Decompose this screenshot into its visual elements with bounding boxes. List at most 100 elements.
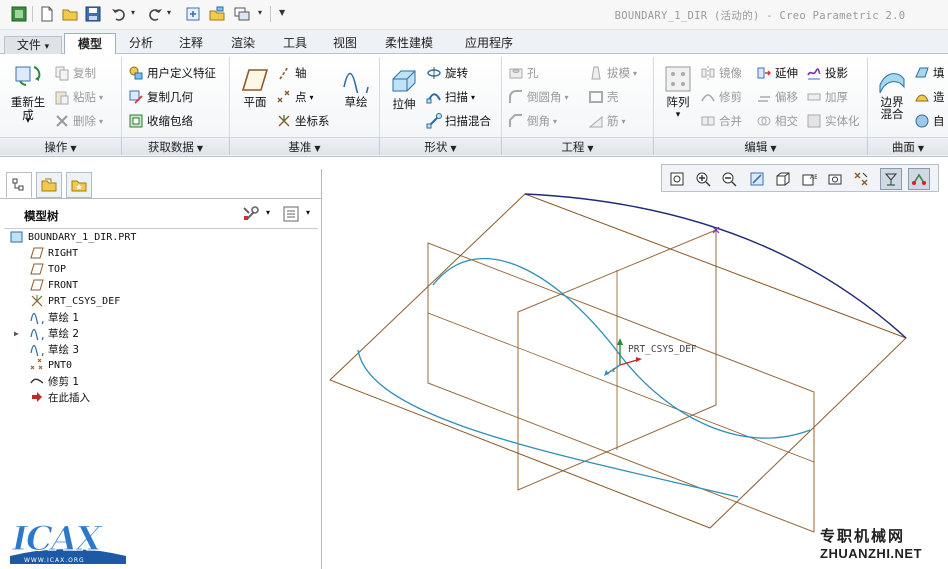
zoom-out-button[interactable] bbox=[718, 168, 740, 190]
user-defined-feature-button[interactable]: 用户定义特征 bbox=[128, 63, 216, 83]
rib-button[interactable]: 筋 ▾ bbox=[588, 111, 626, 131]
tree-settings-icon[interactable] bbox=[242, 206, 260, 225]
tree-item-front[interactable]: FRONT bbox=[30, 277, 78, 293]
zoom-in-button[interactable] bbox=[692, 168, 714, 190]
style-button[interactable]: 造 bbox=[914, 87, 945, 107]
undo-dropdown-icon[interactable]: ▾ bbox=[131, 8, 135, 17]
view-manager-button[interactable] bbox=[824, 168, 846, 190]
save-icon[interactable] bbox=[84, 5, 102, 23]
tab-model[interactable]: 模型 bbox=[64, 33, 116, 55]
trim-button[interactable]: 修剪 bbox=[700, 87, 742, 107]
undo-icon[interactable] bbox=[110, 5, 128, 23]
tree-show-icon[interactable] bbox=[282, 205, 300, 226]
mirror-button[interactable]: 镜像 bbox=[700, 63, 742, 83]
group-label-datum[interactable]: 基准 ▼ bbox=[230, 137, 380, 155]
tree-item-csys[interactable]: PRT_CSYS_DEF bbox=[30, 293, 120, 309]
sketch-curve-lower[interactable] bbox=[357, 349, 739, 498]
chamfer-button[interactable]: 倒角 ▾ bbox=[508, 111, 557, 131]
tree-item-top[interactable]: TOP bbox=[30, 261, 66, 277]
tree-item-sketch-1[interactable]: 草绘 1 bbox=[30, 309, 79, 325]
tab-analysis[interactable]: 分析 bbox=[118, 35, 164, 54]
group-label-shapes[interactable]: 形状 ▼ bbox=[380, 137, 502, 155]
tree-show-dropdown-icon[interactable]: ▾ bbox=[306, 208, 310, 217]
revolve-button[interactable]: 旋转 bbox=[426, 63, 468, 83]
freestyle-button[interactable]: 自 bbox=[914, 111, 945, 131]
tree-item-trim-1[interactable]: 修剪 1 bbox=[30, 373, 79, 389]
copy-button[interactable]: 复制 bbox=[54, 63, 96, 83]
customize-toolbar-icon[interactable]: ▼ bbox=[279, 8, 285, 17]
tree-item-pnt0[interactable]: PNT0 bbox=[30, 357, 72, 373]
tree-item-part[interactable]: BOUNDARY_1_DIR.PRT bbox=[10, 229, 136, 245]
tab-favorites[interactable] bbox=[66, 172, 92, 198]
refit-button[interactable] bbox=[666, 168, 688, 190]
tab-applications[interactable]: 应用程序 bbox=[450, 35, 528, 54]
datum-axis-button[interactable]: 轴 bbox=[276, 63, 307, 83]
swept-blend-button[interactable]: 扫描混合 bbox=[426, 111, 491, 131]
extrude-button[interactable]: 拉伸 bbox=[384, 67, 424, 111]
hole-button[interactable]: 孔 bbox=[508, 63, 539, 83]
group-engineering: 孔 倒圆角 ▾ 倒角 ▾ 拔模 ▾ 壳 筋 ▾ bbox=[502, 57, 654, 137]
annotation-display-toggle[interactable] bbox=[908, 168, 930, 190]
shell-button[interactable]: 壳 bbox=[588, 87, 619, 107]
switch-windows-icon[interactable] bbox=[233, 5, 251, 23]
sweep-button[interactable]: 扫描 ▾ bbox=[426, 87, 475, 107]
boundary-blend-button[interactable]: 边界混合 bbox=[872, 65, 912, 120]
paste-button[interactable]: 粘贴 ▾ bbox=[54, 87, 103, 107]
tab-model-tree[interactable] bbox=[6, 172, 32, 198]
sketch-curve-s[interactable] bbox=[432, 257, 811, 439]
display-style-button[interactable] bbox=[772, 168, 794, 190]
windows-dropdown-icon[interactable]: ▾ bbox=[258, 8, 262, 17]
open-folder-icon[interactable] bbox=[61, 5, 79, 23]
graphics-window[interactable]: z bbox=[323, 192, 948, 569]
tree-item-right[interactable]: RIGHT bbox=[30, 245, 78, 261]
pattern-button[interactable]: 阵列 ▾ bbox=[658, 65, 698, 122]
datum-point-button[interactable]: 点 ▾ bbox=[276, 87, 314, 107]
solidify-button[interactable]: 实体化 bbox=[806, 111, 860, 131]
tree-settings-dropdown-icon[interactable]: ▾ bbox=[266, 208, 270, 217]
delete-button[interactable]: 删除 ▾ bbox=[54, 111, 103, 131]
redo-dropdown-icon[interactable]: ▾ bbox=[167, 8, 171, 17]
regenerate-dropdown-icon[interactable]: ▾ bbox=[6, 115, 50, 128]
tab-flexible-modeling[interactable]: 柔性建模 bbox=[370, 35, 448, 54]
intersect-button[interactable]: 相交 bbox=[756, 111, 798, 131]
tab-tools[interactable]: 工具 bbox=[270, 35, 320, 54]
copy-geometry-button[interactable]: 复制几何 bbox=[128, 87, 193, 107]
tab-view[interactable]: 视图 bbox=[322, 35, 368, 54]
saved-orientations-button[interactable]: AB bbox=[798, 168, 820, 190]
sketch-button[interactable]: 草绘 bbox=[336, 67, 376, 109]
shrinkwrap-button[interactable]: 收缩包络 bbox=[128, 111, 193, 131]
model-viewport[interactable]: z bbox=[323, 192, 948, 569]
thicken-button[interactable]: 加厚 bbox=[806, 87, 848, 107]
project-button[interactable]: 投影 bbox=[806, 63, 848, 83]
group-label-operations[interactable]: 操作 ▼ bbox=[0, 137, 122, 155]
new-file-icon[interactable] bbox=[38, 5, 56, 23]
spin-center-toggle[interactable] bbox=[880, 168, 902, 190]
offset-button[interactable]: 偏移 bbox=[756, 87, 798, 107]
tab-render[interactable]: 渲染 bbox=[218, 35, 268, 54]
merge-button[interactable]: 合并 bbox=[700, 111, 742, 131]
regenerate-button[interactable]: 重新生成 bbox=[6, 61, 50, 122]
tree-item-sketch-3[interactable]: 草绘 3 bbox=[30, 341, 79, 357]
group-label-get-data[interactable]: 获取数据 ▼ bbox=[122, 137, 230, 155]
group-label-editing[interactable]: 编辑 ▼ bbox=[654, 137, 868, 155]
group-label-engineering[interactable]: 工程 ▼ bbox=[502, 137, 654, 155]
coordinate-system-button[interactable]: 坐标系 bbox=[276, 111, 330, 131]
draft-button[interactable]: 拔模 ▾ bbox=[588, 63, 637, 83]
datum-plane-button[interactable]: 平面 bbox=[234, 67, 276, 109]
tab-annotate[interactable]: 注释 bbox=[166, 35, 216, 54]
tab-folder-browser[interactable] bbox=[36, 172, 62, 198]
tree-item-sketch-2[interactable]: ▶ 草绘 2 bbox=[14, 325, 79, 341]
repaint-button[interactable] bbox=[746, 168, 768, 190]
tree-item-insert-here[interactable]: 在此插入 bbox=[30, 389, 90, 405]
group-label-surfaces[interactable]: 曲面 ▼ bbox=[868, 137, 948, 155]
extend-button[interactable]: 延伸 bbox=[756, 63, 798, 83]
redo-icon[interactable] bbox=[146, 5, 164, 23]
datum-plane-top[interactable] bbox=[329, 193, 907, 529]
regenerate-quick-icon[interactable] bbox=[184, 5, 202, 23]
window-folder-icon[interactable] bbox=[208, 5, 226, 23]
fill-button[interactable]: 填 bbox=[914, 63, 945, 83]
tab-file[interactable]: 文件 ▾ bbox=[4, 36, 62, 55]
round-button[interactable]: 倒圆角 ▾ bbox=[508, 87, 569, 107]
expand-arrow-icon[interactable]: ▶ bbox=[14, 329, 30, 338]
datum-display-filter-button[interactable] bbox=[850, 168, 872, 190]
